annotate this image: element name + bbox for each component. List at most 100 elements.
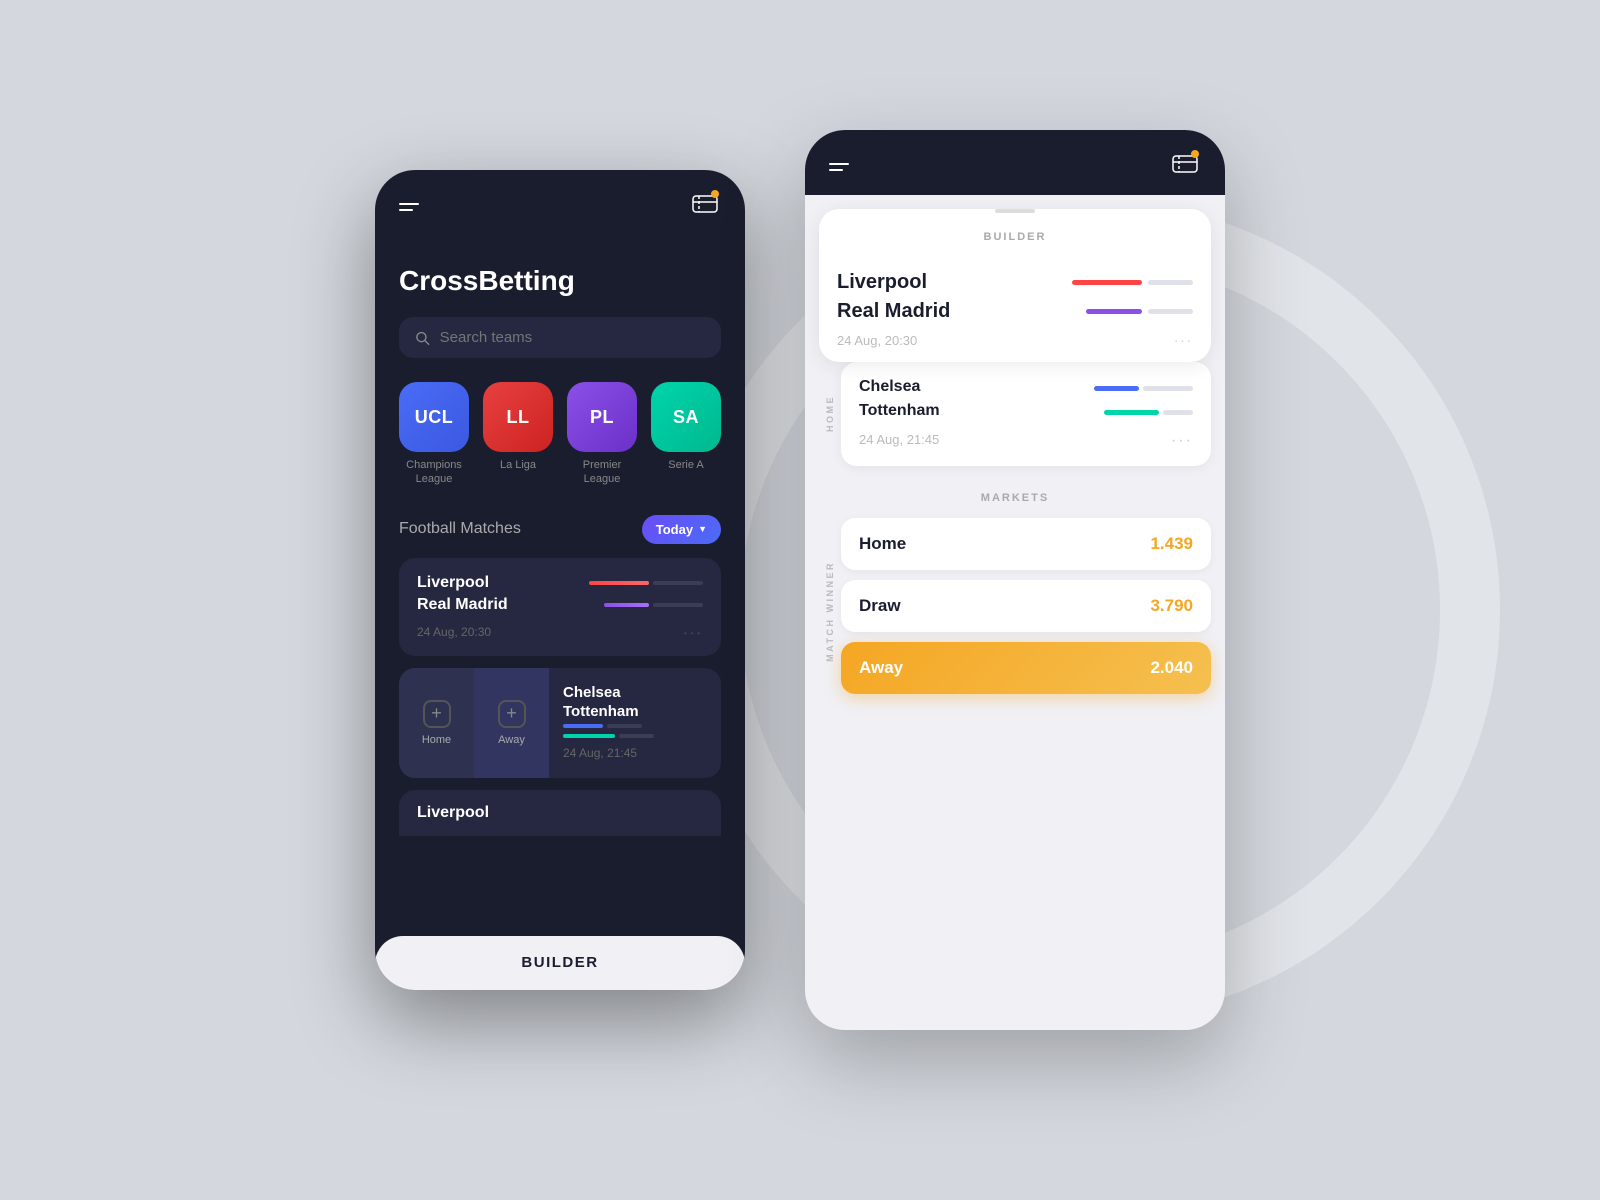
- market-label-home: Home: [859, 534, 906, 554]
- bar-gray-1: [653, 581, 703, 585]
- match-card-2: + Home + Away Chelsea Tottenham: [399, 668, 721, 778]
- second-match-card[interactable]: Chelsea Tottenham 24: [841, 362, 1211, 466]
- section-header: Football Matches Today: [399, 515, 721, 544]
- league-item-sa[interactable]: SA Serie A: [651, 382, 721, 487]
- match-winner-label: MATCH WINNER: [825, 561, 835, 662]
- market-away-active[interactable]: Away 2.040: [841, 642, 1211, 694]
- ticket-icon-dark[interactable]: [689, 188, 721, 225]
- mini-bar-gray-2: [619, 734, 654, 738]
- match-team-light-home: Liverpool: [837, 271, 1193, 294]
- market-label-away: Away: [859, 658, 903, 678]
- bottom-bar[interactable]: BUILDER: [375, 936, 745, 990]
- league-item-ucl[interactable]: UCL Champions League: [399, 382, 469, 487]
- team-chelsea: Chelsea: [563, 684, 707, 701]
- team-chelsea-light: Chelsea: [859, 378, 920, 396]
- match-winner-section: MATCH WINNER Home 1.439 Draw 3.790 Away: [819, 518, 1211, 704]
- home-add-icon: +: [423, 700, 451, 728]
- swipe-home-button[interactable]: + Home: [399, 668, 474, 778]
- market-home[interactable]: Home 1.439: [841, 518, 1211, 570]
- search-bar[interactable]: [399, 317, 721, 358]
- team-liverpool: Liverpool: [417, 574, 489, 592]
- match-team-row-away: Real Madrid: [417, 596, 703, 614]
- odds-bar-realmadrid: [604, 603, 703, 607]
- home-sidebar-label: HOME: [819, 362, 841, 466]
- ticket-icon-light[interactable]: [1169, 148, 1201, 185]
- team-tottenham: Tottenham: [563, 703, 707, 720]
- bar-light-gray2: [1143, 386, 1193, 391]
- mini-bar-blue: [563, 724, 603, 728]
- away-add-icon: +: [498, 700, 526, 728]
- market-label-draw: Draw: [859, 596, 901, 616]
- match-info-right: Chelsea Tottenham 24 Aug, 21:45: [549, 668, 721, 778]
- today-filter-button[interactable]: Today: [642, 515, 721, 544]
- app-title: CrossBetting: [399, 265, 721, 297]
- right-phone: BUILDER Liverpool Real Madrid: [805, 130, 1225, 1030]
- markets-section: MARKETS MATCH WINNER Home 1.439 Draw 3.7…: [805, 476, 1225, 704]
- bar-purple: [604, 603, 649, 607]
- bar-light-red: [1072, 280, 1142, 285]
- match-date-2: 24 Aug, 21:45: [563, 746, 707, 760]
- mini-bar-gray-1: [607, 724, 642, 728]
- builder-top-panel: BUILDER Liverpool Real Madrid: [819, 209, 1211, 362]
- markets-header: MARKETS: [819, 492, 1211, 504]
- search-icon: [415, 330, 430, 346]
- hamburger-icon-light[interactable]: [829, 163, 849, 171]
- match-date-light-1: 24 Aug, 20:30 ···: [837, 333, 1193, 348]
- match-team-row-home: Liverpool: [417, 574, 703, 592]
- markets-list: Home 1.439 Draw 3.790 Away 2.040: [841, 518, 1211, 704]
- league-badge-ucl: UCL: [399, 382, 469, 452]
- bar-light-blue: [1094, 386, 1139, 391]
- match-date-light-2: 24 Aug, 21:45: [859, 432, 939, 450]
- league-label-pl: Premier League: [567, 458, 637, 487]
- odds-bar-light-realmadrid: [1086, 309, 1193, 314]
- notification-dot-light: [1191, 150, 1199, 158]
- league-item-pl[interactable]: PL Premier League: [567, 382, 637, 487]
- bar-red: [589, 581, 649, 585]
- right-phone-content: BUILDER Liverpool Real Madrid: [805, 195, 1225, 1030]
- status-bar-light: [805, 130, 1225, 195]
- left-phone: CrossBetting UCL Champions League LL La …: [375, 170, 745, 990]
- league-badge-pl: PL: [567, 382, 637, 452]
- bar-light-purple: [1086, 309, 1142, 314]
- swipe-actions: + Home + Away: [399, 668, 549, 778]
- market-odds-draw: 3.790: [1150, 596, 1193, 616]
- search-input[interactable]: [440, 329, 705, 346]
- builder-header: BUILDER: [819, 217, 1211, 257]
- builder-label: BUILDER: [521, 954, 598, 971]
- match-date-1: 24 Aug, 20:30 ···: [417, 624, 703, 640]
- match-card-1[interactable]: Liverpool Real Madrid 24 Aug, 20:30 ··: [399, 558, 721, 656]
- team-real-madrid: Real Madrid: [417, 596, 508, 614]
- team-realmadrid-light: Real Madrid: [837, 300, 950, 323]
- mini-bar-row-1: [563, 724, 707, 728]
- more-dots-light-1[interactable]: ···: [1174, 333, 1193, 348]
- more-dots-1[interactable]: ···: [683, 624, 703, 640]
- match-winner-col: MATCH WINNER: [819, 518, 841, 704]
- status-bar-dark: [375, 170, 745, 235]
- first-match-block: Liverpool Real Madrid: [819, 257, 1211, 362]
- mini-bar-cyan: [563, 734, 615, 738]
- bar-light-gray-1: [1148, 280, 1193, 285]
- league-item-ll[interactable]: LL La Liga: [483, 382, 553, 487]
- mini-bar-row-2: [563, 734, 707, 738]
- odds-bar-light-liverpool: [1072, 280, 1193, 285]
- bar-light-gray3: [1163, 410, 1193, 415]
- league-badge-ll: LL: [483, 382, 553, 452]
- team-tottenham-light: Tottenham: [859, 402, 940, 420]
- more-dots-light-2[interactable]: ···: [1171, 432, 1193, 450]
- team-partial: Liverpool: [417, 804, 703, 822]
- market-draw[interactable]: Draw 3.790: [841, 580, 1211, 632]
- section-title: Football Matches: [399, 520, 521, 538]
- bar-light-gray-2: [1148, 309, 1193, 314]
- leagues-row: UCL Champions League LL La Liga PL Premi…: [399, 382, 721, 487]
- league-label-ucl: Champions League: [399, 458, 469, 487]
- league-label-sa: Serie A: [668, 458, 703, 472]
- league-label-ll: La Liga: [500, 458, 536, 472]
- market-odds-home: 1.439: [1150, 534, 1193, 554]
- odds-bar-liverpool: [589, 581, 703, 585]
- swipe-away-button[interactable]: + Away: [474, 668, 549, 778]
- phone-content: CrossBetting UCL Champions League LL La …: [375, 235, 745, 836]
- bar-light-cyan: [1104, 410, 1159, 415]
- hamburger-icon[interactable]: [399, 203, 419, 211]
- match-team-light-away: Real Madrid: [837, 300, 1193, 323]
- bar-gray-2: [653, 603, 703, 607]
